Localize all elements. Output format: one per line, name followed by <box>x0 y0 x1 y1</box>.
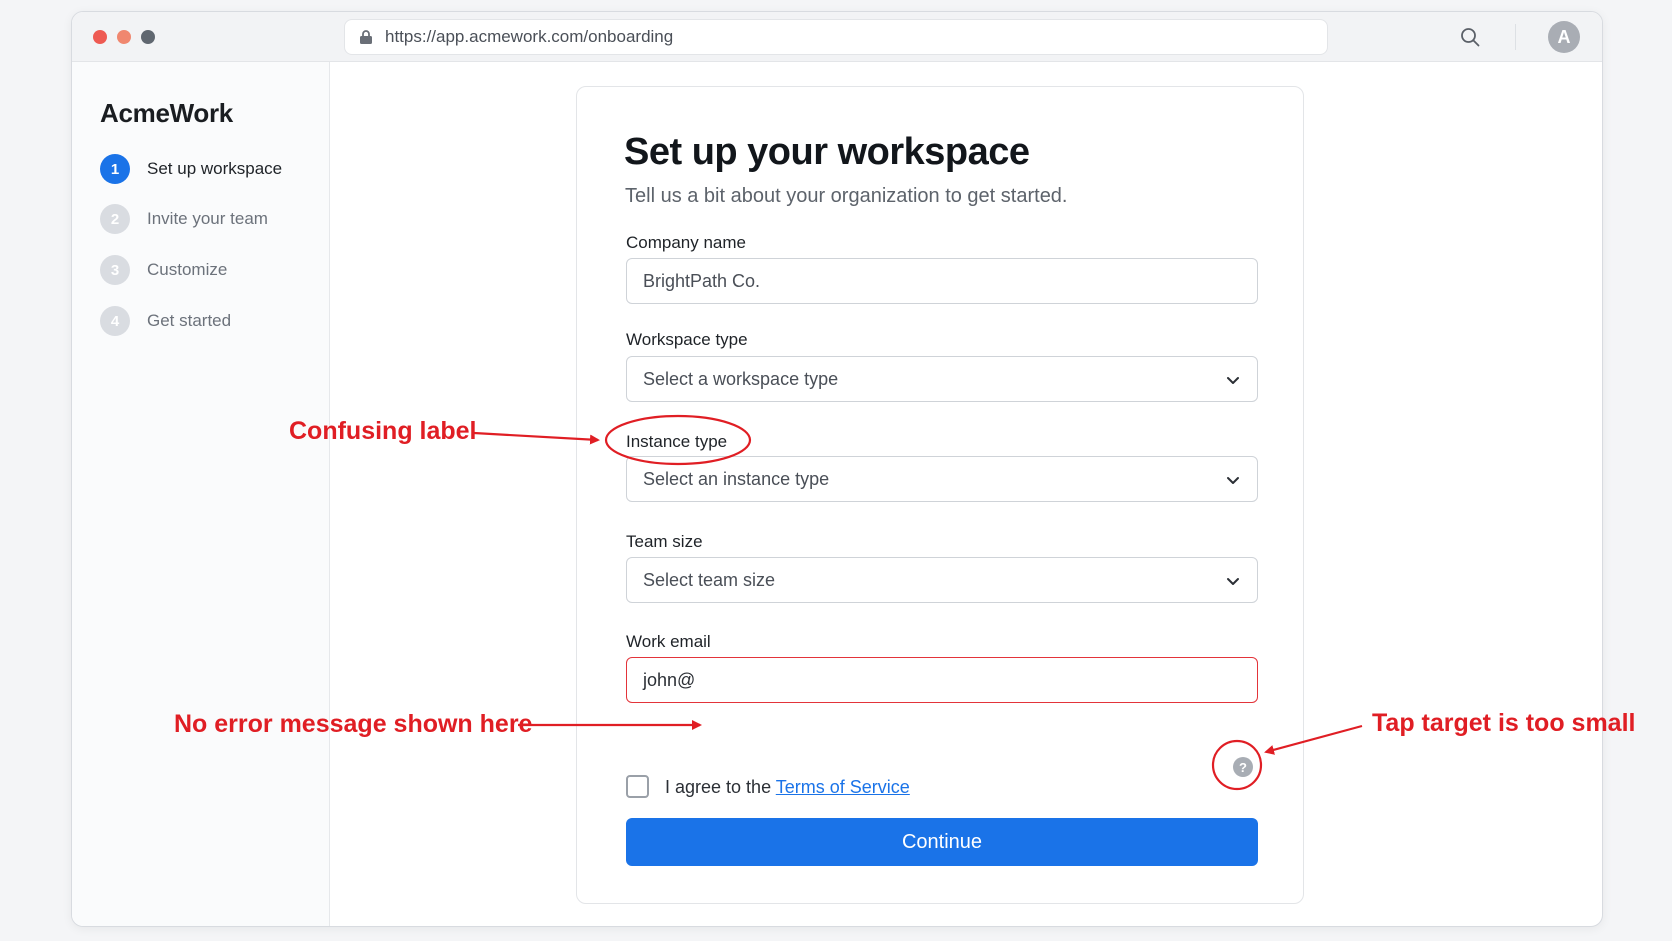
step-label: Invite your team <box>147 209 268 228</box>
annotation-no-error-message: No error message shown here <box>174 710 533 738</box>
brand-logo: AcmeWork <box>100 98 233 128</box>
minimize-window-button[interactable] <box>117 30 131 44</box>
instance-type-placeholder: Select an instance type <box>643 468 830 489</box>
terms-agreement-text: I agree to the Terms of Service <box>665 777 910 798</box>
step-label: Customize <box>147 260 228 279</box>
work-email-label: Work email <box>626 632 711 651</box>
step-invite-your-team[interactable]: 2 Invite your team <box>100 204 268 234</box>
work-email-input[interactable]: john@ <box>626 657 1258 703</box>
browser-window: https://app.acmework.com/onboarding A Ac… <box>71 11 1603 927</box>
workspace-type-select[interactable]: Select a workspace type <box>626 356 1258 402</box>
work-email-value: john@ <box>643 669 696 690</box>
continue-button[interactable]: Continue <box>626 818 1258 866</box>
page-title: Set up your workspace <box>624 131 1030 173</box>
team-size-placeholder: Select team size <box>643 569 776 590</box>
annotation-confusing-label: Confusing label <box>289 417 477 445</box>
lock-icon <box>360 30 372 44</box>
browser-titlebar: https://app.acmework.com/onboarding A <box>72 12 1602 62</box>
step-label: Get started <box>147 311 232 330</box>
terms-of-service-link[interactable]: Terms of Service <box>776 777 910 797</box>
step-label: Set up workspace <box>147 159 283 178</box>
step-get-started[interactable]: 4 Get started <box>100 306 231 336</box>
toolbar-divider <box>1515 24 1516 50</box>
step-set-up-workspace[interactable]: 1 Set up workspace <box>100 154 282 184</box>
chevron-down-icon <box>1227 377 1239 384</box>
workspace-type-label: Workspace type <box>626 330 748 349</box>
step-customize[interactable]: 3 Customize <box>100 255 227 285</box>
step-number: 1 <box>100 154 130 184</box>
terms-checkbox[interactable] <box>626 775 649 798</box>
agree-label: I agree to the <box>665 777 772 797</box>
chevron-down-icon <box>1227 578 1239 585</box>
team-size-label: Team size <box>626 532 703 551</box>
workspace-setup-form: Set up your workspace Tell us a bit abou… <box>576 86 1304 904</box>
instance-type-select[interactable]: Select an instance type <box>626 456 1258 502</box>
chevron-down-icon <box>1227 477 1239 484</box>
onboarding-sidebar: AcmeWork 1 Set up workspace 2 Invite you… <box>72 62 330 926</box>
close-window-button[interactable] <box>93 30 107 44</box>
avatar[interactable]: A <box>1548 21 1580 53</box>
help-icon[interactable]: ? <box>1233 757 1253 777</box>
maximize-window-button[interactable] <box>141 30 155 44</box>
url-text: https://app.acmework.com/onboarding <box>385 27 674 46</box>
instance-type-label: Instance type <box>626 432 728 451</box>
page-subtitle: Tell us a bit about your organization to… <box>625 185 1068 207</box>
step-number: 3 <box>100 255 130 285</box>
workspace-type-placeholder: Select a workspace type <box>643 368 839 389</box>
team-size-select[interactable]: Select team size <box>626 557 1258 603</box>
search-icon[interactable] <box>1459 26 1481 48</box>
company-name-value: BrightPath Co. <box>643 270 761 291</box>
annotation-tap-target: Tap target is too small <box>1372 709 1636 737</box>
step-number: 4 <box>100 306 130 336</box>
address-bar[interactable]: https://app.acmework.com/onboarding <box>344 19 1328 55</box>
company-name-input[interactable]: BrightPath Co. <box>626 258 1258 304</box>
company-name-label: Company name <box>626 233 747 252</box>
step-number: 2 <box>100 204 130 234</box>
